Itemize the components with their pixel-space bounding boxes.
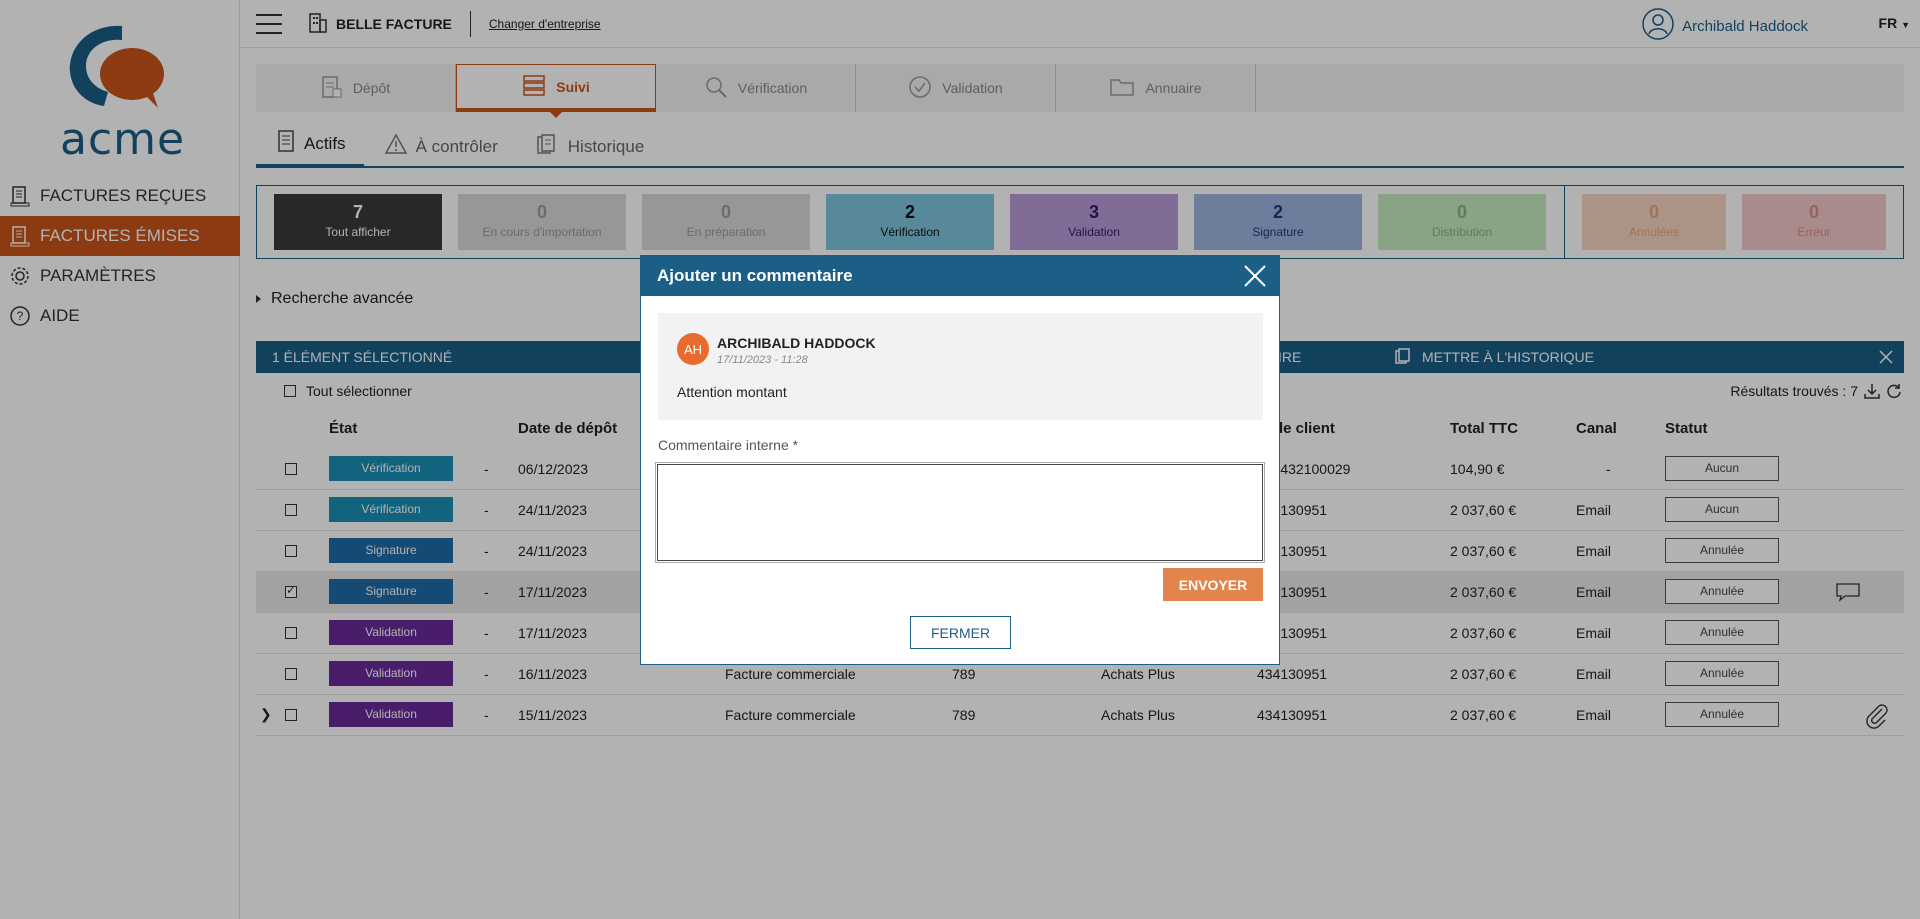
dialog-header: Ajouter un commentaire bbox=[641, 256, 1279, 296]
close-button[interactable]: FERMER bbox=[910, 616, 1011, 649]
send-button[interactable]: ENVOYER bbox=[1163, 568, 1263, 601]
comment-field-label: Commentaire interne * bbox=[658, 437, 799, 453]
comment-date: 17/11/2023 - 11:28 bbox=[717, 354, 808, 366]
comment-author: ARCHIBALD HADDOCK bbox=[717, 335, 876, 351]
dialog-title: Ajouter un commentaire bbox=[657, 266, 853, 285]
comment-text: Attention montant bbox=[677, 384, 787, 400]
avatar: AH bbox=[677, 333, 709, 365]
comment-input[interactable] bbox=[655, 462, 1265, 563]
close-icon[interactable] bbox=[1241, 262, 1269, 290]
add-comment-dialog: Ajouter un commentaire AH ARCHIBALD HADD… bbox=[640, 255, 1280, 665]
comment-card: AH ARCHIBALD HADDOCK 17/11/2023 - 11:28 … bbox=[658, 313, 1263, 420]
